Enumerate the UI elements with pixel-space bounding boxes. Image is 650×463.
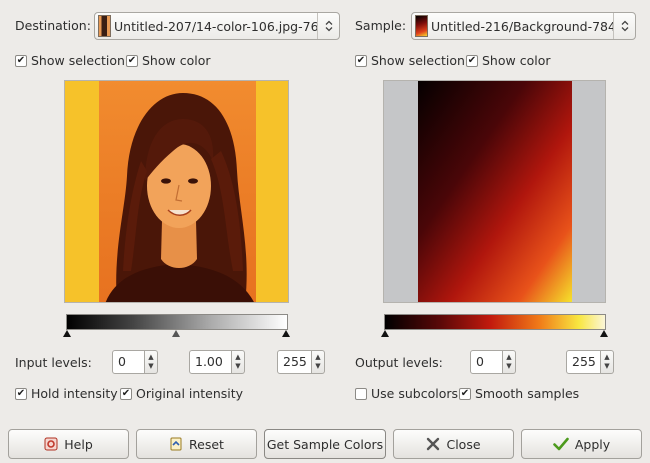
input-high-spinner[interactable]: 255 ▲ ▼ — [277, 350, 325, 374]
hold-intensity-checkbox[interactable]: ✔ Hold intensity — [15, 386, 118, 401]
checkmark-icon: ✔ — [466, 54, 478, 67]
spin-arrows-icon[interactable]: ▲ ▼ — [312, 350, 325, 374]
help-icon — [44, 437, 58, 451]
destination-value: Untitled-207/14-color-106.jpg-761 — [114, 18, 317, 34]
use-subcolors-checkbox[interactable]: Use subcolors — [355, 386, 458, 401]
checkmark-icon — [553, 437, 569, 451]
smooth-samples-checkbox[interactable]: ✔ Smooth samples — [459, 386, 579, 401]
checkmark-icon: ✔ — [15, 387, 27, 400]
checkmark-icon: ✔ — [459, 387, 471, 400]
input-low-handle[interactable] — [63, 330, 71, 337]
destination-show-selection-checkbox[interactable]: ✔ Show selection — [15, 53, 125, 68]
spin-arrows-icon[interactable]: ▲ ▼ — [145, 350, 158, 374]
sample-value: Untitled-216/Background-784 — [431, 18, 613, 34]
close-icon — [426, 437, 440, 451]
reset-icon — [169, 437, 183, 451]
output-low-handle[interactable] — [381, 330, 389, 337]
spin-arrows-icon[interactable]: ▲ ▼ — [232, 350, 245, 374]
spin-arrows-icon[interactable]: ▲ ▼ — [503, 350, 516, 374]
output-levels-label: Output levels: — [355, 355, 443, 370]
reset-button[interactable]: Reset — [136, 429, 257, 459]
output-levels-gradient[interactable] — [384, 314, 606, 330]
close-button[interactable]: Close — [393, 429, 514, 459]
chevron-updown-icon — [613, 13, 635, 39]
destination-preview[interactable] — [64, 80, 289, 303]
destination-label: Destination: — [15, 18, 91, 33]
output-high-handle[interactable] — [600, 330, 608, 337]
input-gamma-spinner[interactable]: 1.00 ▲ ▼ — [189, 350, 245, 374]
destination-show-color-checkbox[interactable]: ✔ Show color — [126, 53, 210, 68]
get-sample-colors-button[interactable]: Get Sample Colors — [264, 429, 386, 459]
spin-arrows-icon[interactable]: ▲ ▼ — [601, 350, 614, 374]
chevron-updown-icon — [317, 13, 339, 39]
sample-show-color-checkbox[interactable]: ✔ Show color — [466, 53, 550, 68]
input-levels-gradient[interactable] — [66, 314, 288, 330]
checkmark-icon: ✔ — [15, 54, 27, 67]
sample-preview[interactable] — [383, 80, 606, 303]
input-high-handle[interactable] — [282, 330, 290, 337]
input-low-spinner[interactable]: 0 ▲ ▼ — [112, 350, 158, 374]
sample-combo[interactable]: Untitled-216/Background-784 — [411, 12, 636, 40]
checkmark-icon: ✔ — [120, 387, 132, 400]
destination-combo[interactable]: Untitled-207/14-color-106.jpg-761 — [94, 12, 340, 40]
destination-image — [65, 81, 288, 302]
destination-thumbnail — [98, 15, 111, 37]
sample-show-selection-checkbox[interactable]: ✔ Show selection — [355, 53, 465, 68]
original-intensity-checkbox[interactable]: ✔ Original intensity — [120, 386, 243, 401]
checkmark-icon: ✔ — [355, 54, 367, 67]
apply-button[interactable]: Apply — [521, 429, 642, 459]
sample-image — [384, 81, 605, 302]
help-button[interactable]: Help — [8, 429, 129, 459]
input-gamma-handle[interactable] — [172, 330, 180, 337]
sample-thumbnail — [415, 15, 428, 37]
output-high-spinner[interactable]: 255 ▲ ▼ — [566, 350, 614, 374]
sample-label: Sample: — [355, 18, 407, 33]
checkmark-icon: ✔ — [126, 54, 138, 67]
output-low-spinner[interactable]: 0 ▲ ▼ — [470, 350, 516, 374]
input-levels-label: Input levels: — [15, 355, 92, 370]
